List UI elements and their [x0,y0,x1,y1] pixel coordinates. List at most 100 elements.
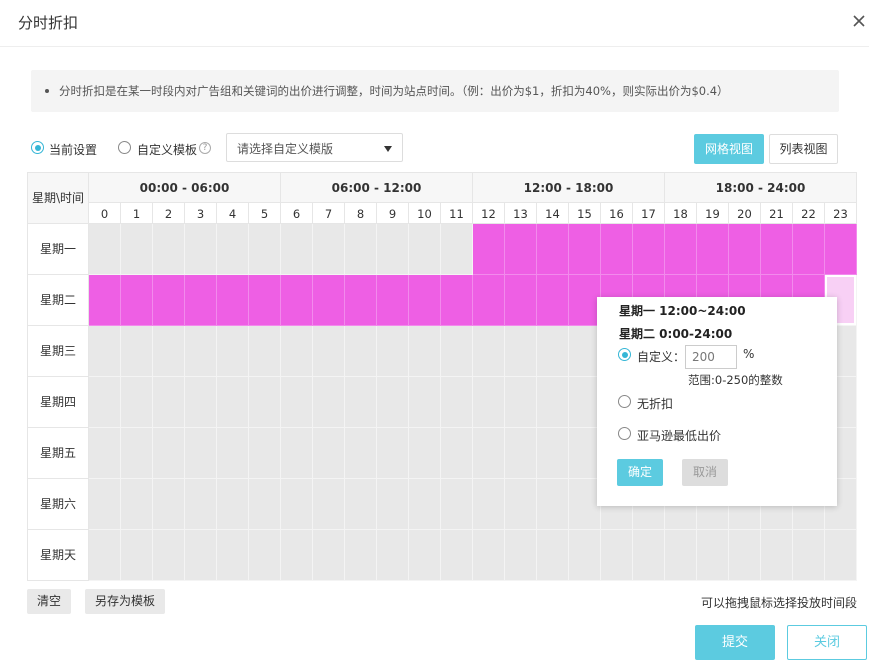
time-slot-cell[interactable] [633,530,665,581]
no-discount-label[interactable]: 无折扣 [637,395,673,412]
amazon-lowest-bid-label[interactable]: 亚马逊最低出价 [637,427,721,444]
time-slot-cell[interactable] [505,326,537,377]
time-slot-cell[interactable] [537,428,569,479]
time-slot-cell[interactable] [153,428,185,479]
time-slot-cell[interactable] [89,530,121,581]
time-slot-cell[interactable] [281,530,313,581]
time-slot-cell[interactable] [89,479,121,530]
custom-discount-label[interactable]: 自定义： [637,348,685,365]
current-setting-label[interactable]: 当前设置 [49,141,97,158]
time-slot-cell[interactable] [409,530,441,581]
time-slot-cell[interactable] [345,479,377,530]
time-slot-cell[interactable] [345,326,377,377]
time-slot-cell[interactable] [377,275,409,326]
current-setting-radio[interactable] [31,141,44,154]
time-slot-cell[interactable] [345,224,377,275]
close-icon[interactable] [850,12,868,30]
time-slot-cell[interactable] [441,275,473,326]
time-slot-cell[interactable] [249,326,281,377]
time-slot-cell[interactable] [153,326,185,377]
time-slot-cell[interactable] [121,479,153,530]
time-slot-cell[interactable] [121,326,153,377]
time-slot-cell[interactable] [121,224,153,275]
time-slot-cell[interactable] [89,224,121,275]
time-slot-cell[interactable] [153,224,185,275]
time-slot-cell[interactable] [537,479,569,530]
time-slot-cell[interactable] [441,530,473,581]
time-slot-cell[interactable] [729,530,761,581]
time-slot-cell[interactable] [313,428,345,479]
time-slot-cell[interactable] [825,224,857,275]
time-slot-cell[interactable] [473,530,505,581]
time-slot-cell[interactable] [377,326,409,377]
time-slot-cell[interactable] [345,428,377,479]
time-slot-cell[interactable] [185,275,217,326]
no-discount-radio[interactable] [618,395,631,408]
time-slot-cell[interactable] [505,479,537,530]
time-slot-cell[interactable] [153,530,185,581]
time-slot-cell[interactable] [153,377,185,428]
time-slot-cell[interactable] [89,377,121,428]
time-slot-cell[interactable] [729,224,761,275]
time-slot-cell[interactable] [249,428,281,479]
time-slot-cell[interactable] [377,224,409,275]
time-slot-cell[interactable] [601,224,633,275]
list-view-button[interactable]: 列表视图 [769,134,838,164]
grid-view-button[interactable]: 网格视图 [694,134,764,164]
custom-template-label[interactable]: 自定义模板 [137,141,197,158]
time-slot-cell[interactable] [281,479,313,530]
time-slot-cell[interactable] [377,377,409,428]
time-slot-cell[interactable] [313,530,345,581]
time-slot-cell[interactable] [217,377,249,428]
time-slot-cell[interactable] [217,530,249,581]
time-slot-cell[interactable] [761,530,793,581]
time-slot-cell[interactable] [505,428,537,479]
custom-template-radio[interactable] [118,141,131,154]
time-slot-cell[interactable] [121,377,153,428]
time-slot-cell[interactable] [217,224,249,275]
time-slot-cell[interactable] [473,479,505,530]
time-slot-cell[interactable] [153,479,185,530]
time-slot-cell[interactable] [249,530,281,581]
time-slot-cell[interactable] [217,326,249,377]
time-slot-cell[interactable] [537,275,569,326]
time-slot-cell[interactable] [121,530,153,581]
time-slot-cell[interactable] [217,428,249,479]
save-as-template-button[interactable]: 另存为模板 [85,589,165,614]
time-slot-cell[interactable] [665,224,697,275]
time-slot-cell[interactable] [761,224,793,275]
discount-percent-input[interactable] [685,345,737,369]
time-slot-cell[interactable] [313,326,345,377]
time-slot-cell[interactable] [89,275,121,326]
time-slot-cell[interactable] [89,428,121,479]
time-slot-cell[interactable] [89,326,121,377]
time-slot-cell[interactable] [345,377,377,428]
time-slot-cell[interactable] [441,224,473,275]
time-slot-cell[interactable] [281,275,313,326]
time-slot-cell[interactable] [185,326,217,377]
time-slot-cell[interactable] [121,428,153,479]
time-slot-cell[interactable] [441,377,473,428]
time-slot-cell[interactable] [537,224,569,275]
time-slot-cell[interactable] [409,377,441,428]
time-slot-cell[interactable] [633,224,665,275]
time-slot-cell[interactable] [409,479,441,530]
time-slot-cell[interactable] [217,275,249,326]
time-slot-cell[interactable] [249,275,281,326]
time-slot-cell[interactable] [249,224,281,275]
time-slot-cell[interactable] [793,530,825,581]
time-slot-cell[interactable] [281,224,313,275]
time-slot-cell[interactable] [505,224,537,275]
time-slot-cell[interactable] [473,377,505,428]
clear-button[interactable]: 清空 [27,589,71,614]
time-slot-cell[interactable] [313,275,345,326]
time-slot-cell[interactable] [281,428,313,479]
time-slot-cell[interactable] [281,377,313,428]
time-slot-cell[interactable] [569,224,601,275]
time-slot-cell[interactable] [505,275,537,326]
time-slot-cell[interactable] [697,224,729,275]
time-slot-cell[interactable] [153,275,185,326]
time-slot-cell[interactable] [441,428,473,479]
time-slot-cell[interactable] [377,479,409,530]
popup-cancel-button[interactable]: 取消 [682,459,728,486]
